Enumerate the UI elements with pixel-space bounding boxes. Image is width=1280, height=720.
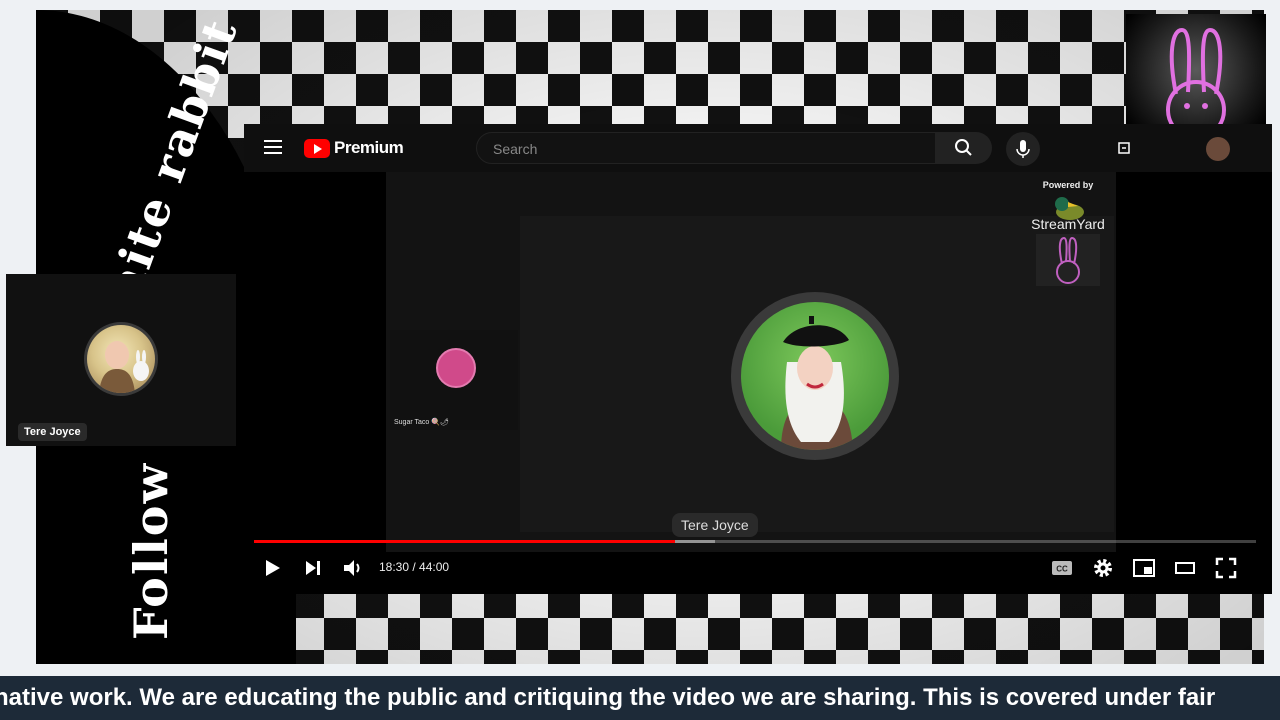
host-tile: Tere Joyce — [6, 274, 236, 446]
volume-icon[interactable] — [341, 556, 365, 580]
time-display: 18:30 / 44:00 — [379, 560, 450, 574]
youtube-logo[interactable]: Premium — [304, 137, 404, 159]
banner-text-follow: Follow — [124, 461, 178, 640]
streamyard-rabbit-logo — [1036, 234, 1100, 286]
player-controls: 18:30 / 44:00 CC — [244, 550, 1272, 586]
theater-mode-icon[interactable] — [1173, 556, 1197, 580]
speaker-name-tag: Tere Joyce — [672, 513, 758, 537]
host-avatar — [84, 322, 158, 396]
guest-avatar — [436, 348, 476, 388]
streamyard-canvas: Sugar Taco 🍭🌶 Tere Joyce — [386, 172, 1116, 552]
account-avatar[interactable] — [1206, 137, 1230, 161]
host-name-label: Tere Joyce — [18, 423, 87, 441]
search-input[interactable] — [477, 133, 908, 165]
powered-by-label: Powered by — [1042, 180, 1094, 190]
guest-tile: Sugar Taco 🍭🌶 — [390, 330, 518, 430]
progress-bar[interactable] — [254, 540, 1256, 543]
speaker-avatar — [731, 292, 899, 460]
microphone-icon — [1016, 140, 1030, 158]
video-player[interactable]: Sugar Taco 🍭🌶 Tere Joyce Powered by Stre… — [244, 172, 1272, 594]
search-button[interactable] — [936, 132, 992, 164]
ticker-text: native work. We are educating the public… — [0, 684, 1216, 711]
fullscreen-icon[interactable] — [1214, 556, 1238, 580]
speaker-portrait-icon — [781, 316, 853, 450]
miniplayer-icon[interactable] — [1132, 556, 1156, 580]
search-box — [476, 132, 936, 165]
captions-icon[interactable]: CC — [1050, 556, 1074, 580]
rabbit-small-icon — [1056, 236, 1080, 284]
youtube-window: Premium Sugar Taco � — [244, 124, 1272, 594]
voice-search-button[interactable] — [1006, 132, 1040, 166]
streamyard-watermark: Powered by StreamYard — [1028, 180, 1108, 286]
svg-text:CC: CC — [1056, 565, 1068, 574]
create-video-icon[interactable] — [1118, 140, 1134, 156]
hamburger-menu-icon[interactable] — [264, 140, 282, 154]
ticker-bar: native work. We are educating the public… — [0, 676, 1280, 720]
guest-name: Sugar Taco 🍭🌶 — [394, 419, 449, 426]
youtube-play-icon — [304, 138, 330, 158]
search-icon — [955, 139, 972, 156]
youtube-brand: Premium — [334, 138, 404, 157]
main-speaker-tile — [520, 216, 1114, 532]
host-portrait-icon — [99, 341, 149, 393]
settings-gear-icon[interactable] — [1091, 556, 1115, 580]
youtube-header: Premium — [244, 124, 1272, 172]
next-icon[interactable] — [301, 556, 325, 580]
progress-played — [254, 540, 675, 543]
duck-icon — [1055, 197, 1084, 220]
play-icon[interactable] — [260, 556, 284, 580]
